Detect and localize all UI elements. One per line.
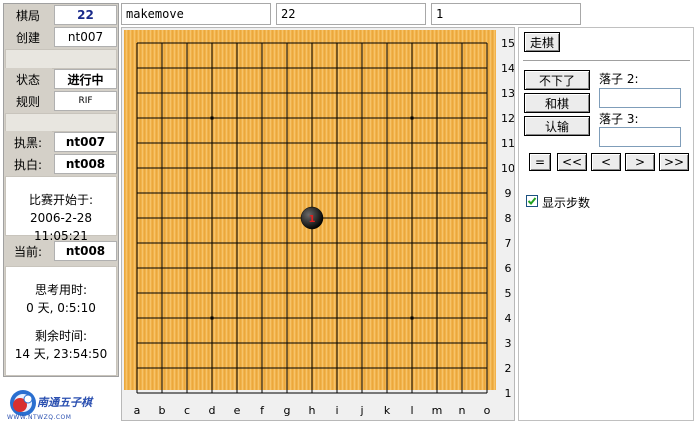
white-player-row: 执白: nt008	[4, 153, 118, 175]
draw-button[interactable]: 和棋	[524, 93, 590, 113]
command-field[interactable]: makemove	[121, 3, 271, 25]
status-value: 进行中	[54, 69, 117, 89]
row-label: 7	[505, 237, 512, 250]
column-label: g	[284, 404, 291, 417]
row-label: 11	[501, 137, 514, 150]
row-label: 1	[505, 387, 512, 400]
place2-input[interactable]	[599, 88, 681, 108]
column-label: k	[384, 404, 391, 417]
remain-time-value: 14 天, 23:54:50	[14, 347, 108, 361]
game-label: 棋局	[4, 4, 52, 26]
column-label: i	[335, 404, 338, 417]
place3-input[interactable]	[599, 127, 681, 147]
creator-row: 创建 nt007	[4, 26, 118, 48]
column-label: a	[134, 404, 141, 417]
row-label: 15	[501, 37, 514, 50]
white-player-label: 执白:	[4, 153, 52, 175]
show-steps-checkbox[interactable]	[526, 195, 538, 207]
row-label: 10	[501, 162, 514, 175]
row-label: 14	[501, 62, 514, 75]
column-label: b	[159, 404, 166, 417]
game-info-panel: 棋局 22 创建 nt007 状态 进行中 规则 RIF 执黑: nt007 执…	[3, 3, 119, 377]
start-time-label: 比赛开始于:	[28, 193, 94, 207]
column-label: c	[184, 404, 190, 417]
star-point	[210, 316, 214, 320]
column-label: e	[234, 404, 241, 417]
column-label: h	[309, 404, 316, 417]
white-player-value: nt008	[54, 154, 117, 174]
logo-text: 南通五子棋	[37, 396, 92, 409]
stone-black: 1	[300, 206, 324, 230]
game-id-field[interactable]: 22	[276, 3, 426, 25]
column-label: n	[459, 404, 466, 417]
place3-label: 落子 3:	[599, 112, 639, 126]
column-label: o	[484, 404, 491, 417]
blank-row	[5, 113, 117, 132]
rule-label: 规则	[4, 90, 52, 112]
resign-button[interactable]: 不下了	[524, 70, 590, 90]
stone-number: 1	[309, 214, 316, 225]
nav-prev-button[interactable]: <	[591, 153, 621, 171]
logo-subtext: WWW.NTWZQ.COM	[7, 414, 72, 421]
start-time-block: 比赛开始于: 2006-2-28 11:05:21	[5, 176, 117, 243]
star-point	[210, 116, 214, 120]
game-row: 棋局 22	[4, 4, 118, 26]
row-label: 5	[505, 287, 512, 300]
creator-value: nt007	[54, 27, 117, 47]
game-value: 22	[54, 5, 117, 25]
surrender-button[interactable]: 认输	[524, 116, 590, 136]
blank-row	[5, 49, 117, 69]
think-time-label: 思考用时:	[34, 283, 88, 297]
column-label: f	[260, 404, 265, 417]
board-area: a b c d e f g h i j k l m n o 15 14 13 12 11 10 9 8 7 6 5 4 3 2 1 1	[121, 27, 515, 421]
creator-label: 创建	[4, 26, 52, 48]
column-label: j	[359, 404, 363, 417]
black-player-row: 执黑: nt007	[4, 131, 118, 153]
nav-first-button[interactable]: <<	[557, 153, 587, 171]
row-label: 12	[501, 112, 514, 125]
logo: 南通五子棋 WWW.NTWZQ.COM	[3, 383, 119, 423]
think-time-value: 0 天, 0:5:10	[26, 301, 96, 315]
controls-panel: 走棋 不下了 和棋 认输 落子 2: 落子 3: = << < > >> 显示步…	[518, 27, 694, 421]
current-turn-value: nt008	[54, 241, 117, 261]
star-point	[410, 116, 414, 120]
rule-value: RIF	[54, 91, 117, 111]
move-number-field[interactable]: 1	[431, 3, 581, 25]
column-label: m	[432, 404, 443, 417]
row-label: 13	[501, 87, 514, 100]
row-label: 3	[505, 337, 512, 350]
black-player-label: 执黑:	[4, 131, 52, 153]
rule-row: 规则 RIF	[4, 90, 118, 112]
checkmark-icon	[527, 197, 537, 205]
divider	[523, 60, 690, 61]
status-row: 状态 进行中	[4, 68, 118, 90]
row-label: 4	[505, 312, 512, 325]
place2-label: 落子 2:	[599, 72, 639, 86]
black-player-value: nt007	[54, 132, 117, 152]
move-button[interactable]: 走棋	[524, 32, 560, 52]
star-point	[410, 316, 414, 320]
time-block: 思考用时: 0 天, 0:5:10 剩余时间: 14 天, 23:54:50	[5, 266, 117, 376]
show-steps-label: 显示步数	[542, 196, 591, 210]
remain-time-label: 剩余时间:	[34, 329, 88, 343]
current-turn-row: 当前: nt008	[4, 240, 118, 262]
nav-last-button[interactable]: >>	[659, 153, 689, 171]
row-label: 6	[505, 262, 512, 275]
row-label: 2	[505, 362, 512, 375]
nav-reset-button[interactable]: =	[529, 153, 551, 171]
gomoku-board[interactable]: a b c d e f g h i j k l m n o1514131211109876543211	[122, 28, 515, 420]
current-turn-label: 当前:	[4, 240, 52, 262]
column-label: d	[209, 404, 216, 417]
column-label: l	[410, 404, 413, 417]
status-label: 状态	[4, 68, 52, 90]
row-label: 8	[505, 212, 512, 225]
nav-next-button[interactable]: >	[625, 153, 655, 171]
row-label: 9	[505, 187, 512, 200]
